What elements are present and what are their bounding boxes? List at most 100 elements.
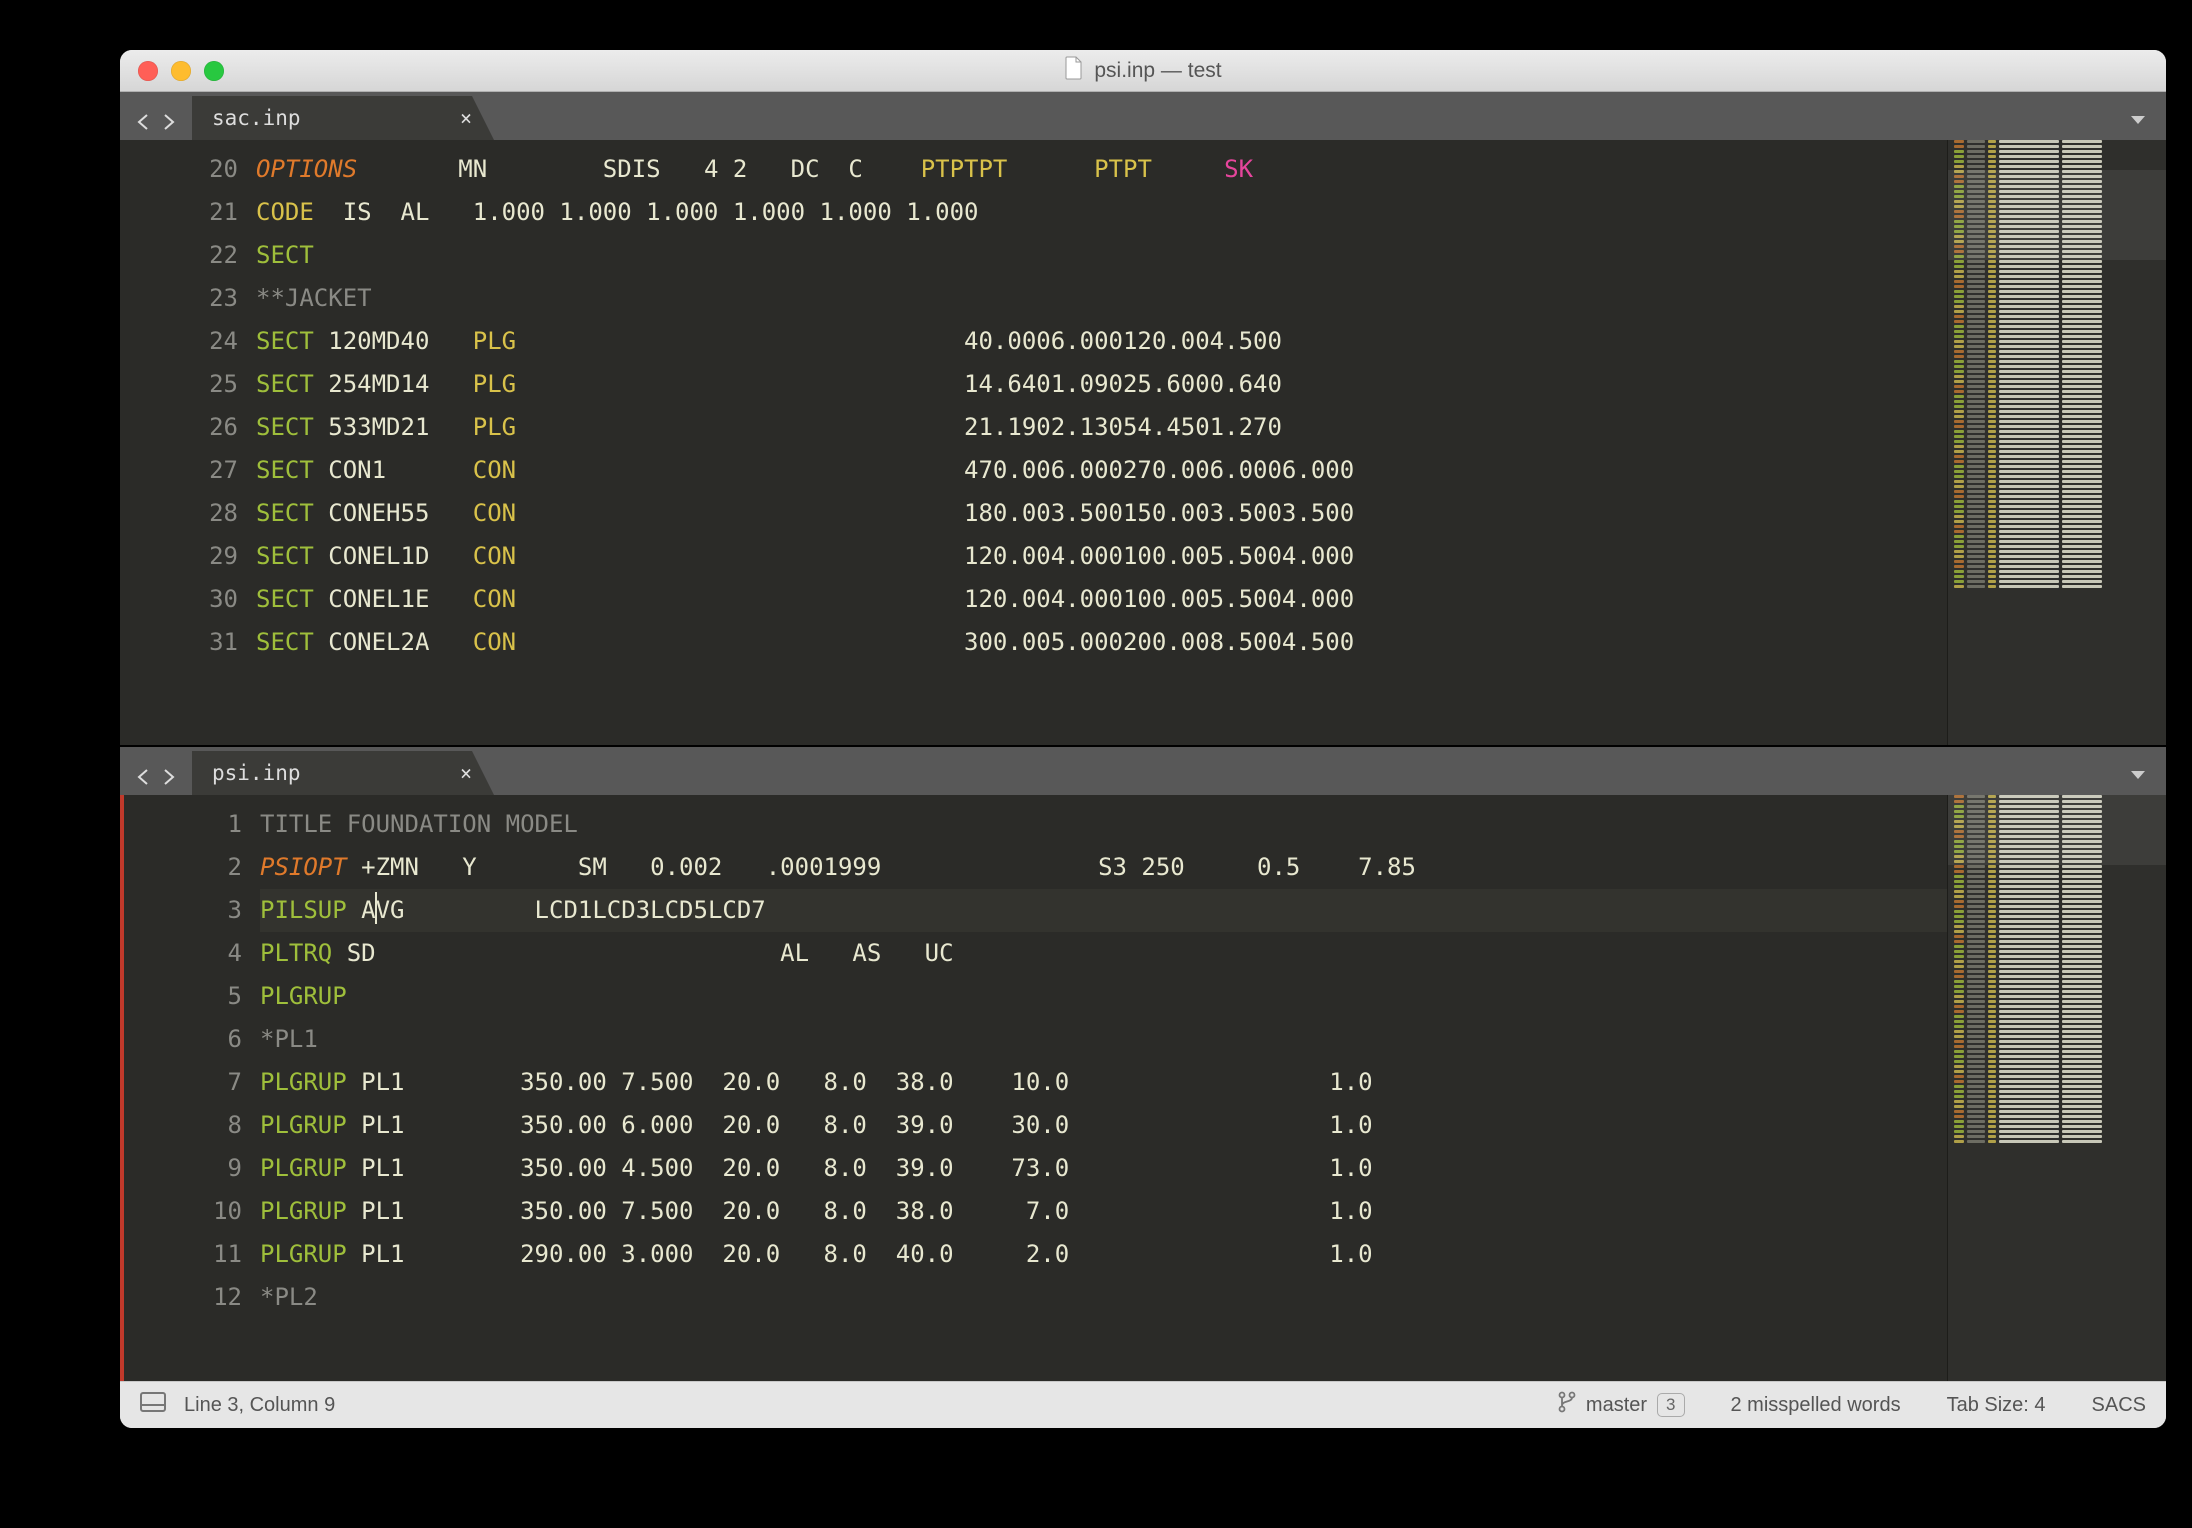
minimap-line [1948,580,2166,583]
minimap-line [1948,895,2166,898]
minimap-line [1948,525,2166,528]
code-line[interactable]: PILSUP AVG LCD1LCD3LCD5LCD7 [260,889,1947,932]
code-line[interactable]: PLGRUP PL1 350.00 4.500 20.0 8.0 39.0 73… [260,1147,1947,1190]
code-line[interactable]: SECT 120MD40 PLG 40.0006.000120.004.500 [256,320,1947,363]
minimap-line [1948,285,2166,288]
minimap-line [1948,160,2166,163]
code-line[interactable]: SECT [256,234,1947,277]
code-line[interactable]: PSIOPT +ZMN Y SM 0.002 .0001999 S3 250 0… [260,846,1947,889]
minimap-line [1948,875,2166,878]
status-spellcheck[interactable]: 2 misspelled words [1731,1394,1901,1417]
minimap-line [1948,1045,2166,1048]
minimap-line [1948,995,2166,998]
code-line[interactable]: PLGRUP PL1 350.00 7.500 20.0 8.0 38.0 10… [260,1061,1947,1104]
minimap-line [1948,350,2166,353]
nav-forward-icon[interactable] [158,767,178,787]
minimap-line [1948,430,2166,433]
minimap-line [1948,340,2166,343]
minimap-line [1948,550,2166,553]
code-line[interactable]: PLGRUP [260,975,1947,1018]
minimap-line [1948,565,2166,568]
minimap-line [1948,1060,2166,1063]
code-line[interactable]: PLGRUP PL1 350.00 6.000 20.0 8.0 39.0 30… [260,1104,1947,1147]
code-line[interactable]: PLTRQ SD AL AS UC [260,932,1947,975]
editor-pane-top: sac.inp × 202122232425262728293031 OPTIO… [120,92,2166,745]
line-number: 30 [120,578,238,621]
line-number: 4 [124,932,242,975]
code-line[interactable]: *PL2 [260,1276,1947,1319]
code-line[interactable]: *PL1 [260,1018,1947,1061]
code-line[interactable]: SECT 533MD21 PLG 21.1902.13054.4501.270 [256,406,1947,449]
minimap-line [1948,510,2166,513]
tab-label: sac.inp [212,106,301,130]
minimap-line [1948,1125,2166,1128]
minimap-line [1948,395,2166,398]
minimap-line [1948,470,2166,473]
code-line[interactable]: PLGRUP PL1 350.00 7.500 20.0 8.0 38.0 7.… [260,1190,1947,1233]
minimap-line [1948,1090,2166,1093]
minimap-line [1948,405,2166,408]
minimap-line [1948,885,2166,888]
minimap-line [1948,1100,2166,1103]
minimap-line [1948,270,2166,273]
tab-psi-inp[interactable]: psi.inp × [192,751,494,795]
app-window: psi.inp — test sac.inp [120,50,2166,1428]
code-line[interactable]: CODE IS AL 1.000 1.000 1.000 1.000 1.000… [256,191,1947,234]
tabstrip-menu-icon[interactable] [2128,110,2148,130]
minimap-line [1948,955,2166,958]
nav-forward-icon[interactable] [158,112,178,132]
status-git[interactable]: master 3 [1558,1391,1685,1419]
line-number: 9 [124,1147,242,1190]
tab-close-icon[interactable]: × [460,106,472,130]
panel-icon[interactable] [140,1392,166,1418]
code-line[interactable]: SECT CON1 CON 470.006.000270.006.0006.00… [256,449,1947,492]
code-line[interactable]: PLGRUP PL1 290.00 3.000 20.0 8.0 40.0 2.… [260,1233,1947,1276]
minimap-line [1948,1070,2166,1073]
minimap-line [1948,930,2166,933]
minimap-line [1948,320,2166,323]
minimap-line [1948,970,2166,973]
minimap-line [1948,575,2166,578]
nav-back-icon[interactable] [134,112,154,132]
tabstrip-menu-icon[interactable] [2128,765,2148,785]
minimap-line [1948,495,2166,498]
status-indent[interactable]: Tab Size: 4 [1947,1394,2046,1417]
code-line[interactable]: SECT CONEH55 CON 180.003.500150.003.5003… [256,492,1947,535]
minimap-line [1948,410,2166,413]
minimap-line [1948,1050,2166,1053]
minimap-line [1948,145,2166,148]
minimap-line [1948,400,2166,403]
minimap-line [1948,1040,2166,1043]
minimap-line [1948,1025,2166,1028]
minimap-line [1948,935,2166,938]
code-line[interactable]: TITLE FOUNDATION MODEL [260,803,1947,846]
minimap-line [1948,585,2166,588]
tab-close-icon[interactable]: × [460,761,472,785]
code-line[interactable]: SECT CONEL1E CON 120.004.000100.005.5004… [256,578,1947,621]
code-line[interactable]: SECT CONEL1D CON 120.004.000100.005.5004… [256,535,1947,578]
code-top[interactable]: OPTIONS MN SDIS 4 2 DC C PTPTPT PTPT SKC… [256,140,1947,745]
minimap-line [1948,990,2166,993]
minimap-line [1948,330,2166,333]
minimap-line [1948,905,2166,908]
status-syntax[interactable]: SACS [2092,1394,2146,1417]
code-line[interactable]: SECT 254MD14 PLG 14.6401.09025.6000.640 [256,363,1947,406]
minimap-top[interactable] [1947,140,2166,745]
minimap-line [1948,490,2166,493]
code-bottom[interactable]: TITLE FOUNDATION MODELPSIOPT +ZMN Y SM 0… [260,795,1947,1381]
status-position[interactable]: Line 3, Column 9 [184,1394,335,1417]
minimap-line [1948,440,2166,443]
nav-back-icon[interactable] [134,767,154,787]
minimap-line [1948,530,2166,533]
minimap-bottom[interactable] [1947,795,2166,1381]
line-number: 10 [124,1190,242,1233]
tab-sac-inp[interactable]: sac.inp × [192,96,494,140]
code-line[interactable]: OPTIONS MN SDIS 4 2 DC C PTPTPT PTPT SK [256,148,1947,191]
editor-pane-bottom: psi.inp × 123456789101112 TITLE FOUNDATI… [120,745,2166,1381]
code-line[interactable]: SECT CONEL2A CON 300.005.000200.008.5004… [256,621,1947,664]
code-line[interactable]: **JACKET [256,277,1947,320]
minimap-line [1948,435,2166,438]
line-number: 6 [124,1018,242,1061]
minimap-line [1948,1120,2166,1123]
minimap-line [1948,465,2166,468]
